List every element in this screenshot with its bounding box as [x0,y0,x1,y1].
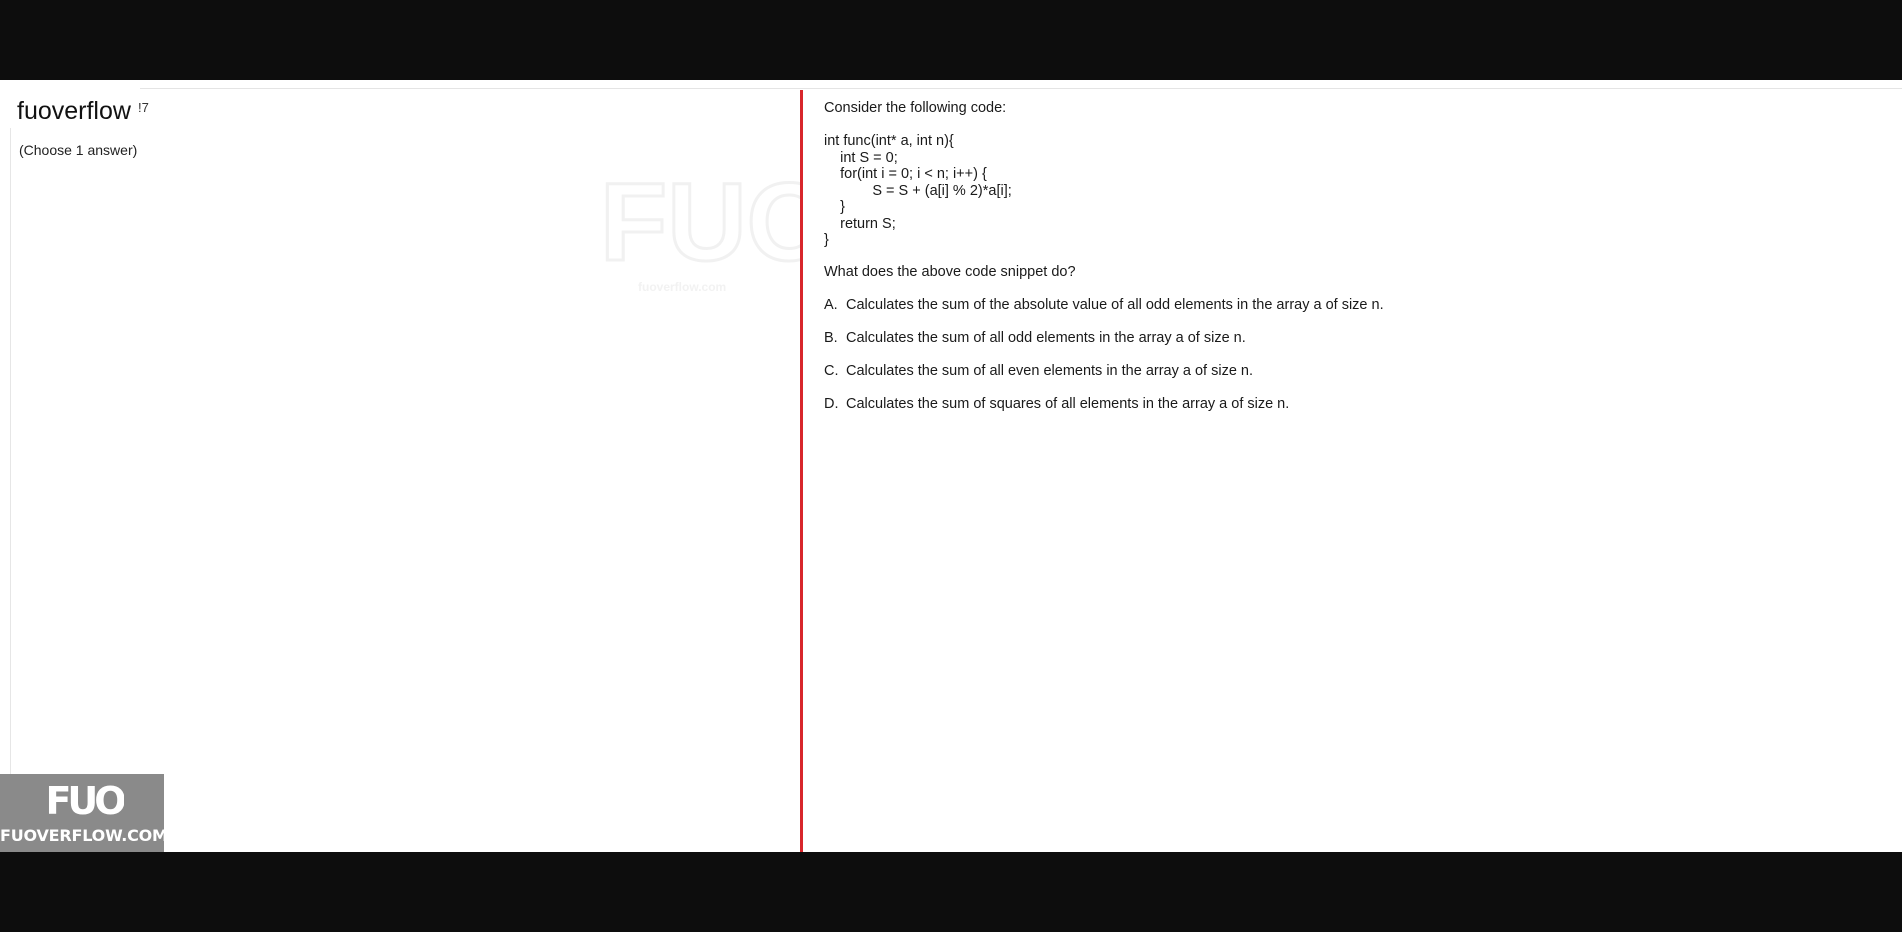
left-rule [10,128,11,858]
badge-site-text: FUOVERFLOW.COM [0,826,168,845]
code-line: for(int i = 0; i < n; i++) { [824,166,987,182]
brand-title: fuoverflow [17,96,139,126]
question-intro: Consider the following code: [824,100,1007,116]
top-letterbox [0,0,1902,80]
bottom-letterbox [0,852,1902,932]
fuo-logo-icon: FUO [45,780,124,820]
answer-option-c[interactable]: C. Calculates the sum of all even element… [824,363,1253,379]
fuoverflow-badge: FUO FUOVERFLOW.COM [0,774,168,852]
answer-option-d[interactable]: D. Calculates the sum of squares of all e… [824,396,1289,412]
option-letter: C. [824,363,839,379]
answer-option-b[interactable]: B. Calculates the sum of all odd elements… [824,330,1246,346]
answer-option-a[interactable]: A. Calculates the sum of the absolute val… [824,297,1384,313]
panel-divider [800,90,803,862]
option-text: Calculates the sum of all even elements … [846,363,1254,379]
option-letter: D. [824,396,839,412]
watermark-logo-icon: FUO [600,165,800,285]
option-text: Calculates the sum of squares of all ele… [846,396,1290,412]
option-letter: A. [824,297,838,313]
option-letter: B. [824,330,838,346]
question-page: !7 fuoverflow (Choose 1 answer) FUO fuov… [0,80,1902,862]
answer-instruction: (Choose 1 answer) [19,142,138,158]
code-line: S = S + (a[i] % 2)*a[i]; [824,182,1012,199]
question-number: !7 [138,100,149,115]
question-prompt: What does the above code snippet do? [824,264,1076,280]
top-rule [140,88,1902,89]
code-line: return S; [824,215,896,232]
code-line: int S = 0; [824,149,898,166]
code-line: } [824,232,829,248]
svg-text:FUO: FUO [45,780,124,820]
svg-text:FUO: FUO [600,165,800,284]
code-line: } [824,199,845,215]
code-block: int func(int* a, int n){ int S = 0; for(… [824,133,1012,249]
option-text: Calculates the sum of the absolute value… [846,297,1384,313]
code-line: int func(int* a, int n){ [824,133,954,149]
watermark-text: fuoverflow.com [638,280,727,294]
option-text: Calculates the sum of all odd elements i… [846,330,1246,346]
